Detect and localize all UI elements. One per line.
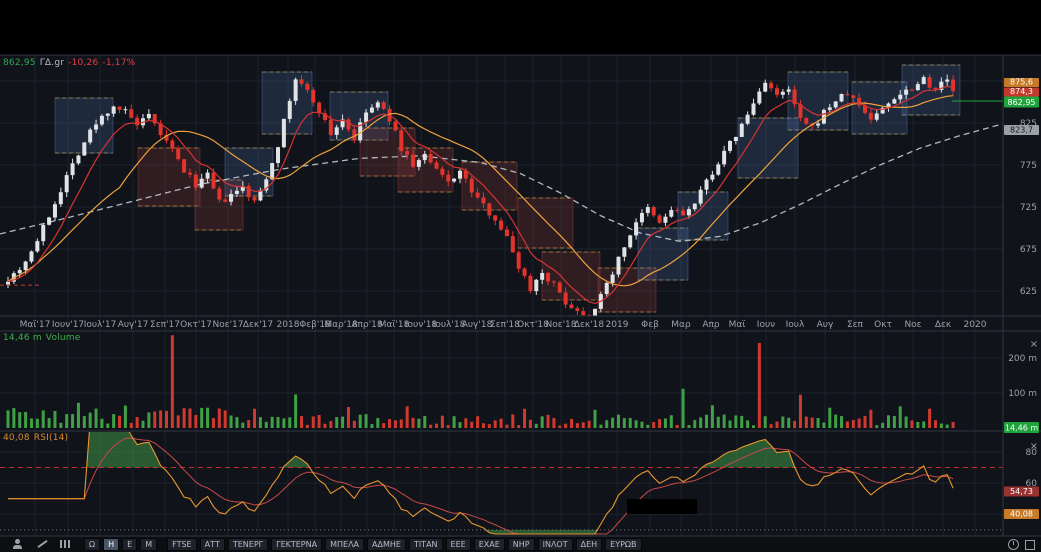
timeframe-button-Ε[interactable]: Ε bbox=[122, 538, 137, 551]
ticker-button-ΕΥΡΩΒ[interactable]: ΕΥΡΩΒ bbox=[605, 538, 641, 551]
svg-text:Ιουν'17: Ιουν'17 bbox=[52, 320, 84, 330]
svg-text:Δεκ: Δεκ bbox=[935, 320, 952, 330]
ticker-button-ΑΔΜΗΕ[interactable]: ΑΔΜΗΕ bbox=[367, 538, 406, 551]
trading-app-window: Μαϊ'17Ιουν'17Ιουλ'17Αυγ'17Σεπ'17Οκτ'17Νο… bbox=[0, 0, 1041, 552]
symbol-label[interactable]: ΓΔ.gr bbox=[40, 58, 64, 68]
person-icon[interactable] bbox=[12, 539, 24, 550]
rsi-legend-value: 40,08 bbox=[3, 433, 30, 443]
svg-text:875,6: 875,6 bbox=[1010, 78, 1033, 87]
svg-text:823,7: 823,7 bbox=[1010, 126, 1033, 135]
fullscreen-icon[interactable] bbox=[1025, 540, 1035, 550]
ticker-button-ΕΧΑΕ[interactable]: ΕΧΑΕ bbox=[474, 538, 505, 551]
svg-text:Νοε'18: Νοε'18 bbox=[545, 320, 576, 330]
svg-text:862,95: 862,95 bbox=[1008, 98, 1036, 107]
svg-text:Αυγ'17: Αυγ'17 bbox=[118, 320, 149, 330]
svg-text:Μαρ: Μαρ bbox=[671, 320, 691, 330]
svg-text:2019: 2019 bbox=[606, 320, 629, 330]
rsi-legend-label[interactable]: RSI(14) bbox=[34, 433, 69, 443]
volume-legend-label[interactable]: Volume bbox=[46, 333, 81, 343]
svg-text:Φεβ: Φεβ bbox=[641, 320, 659, 330]
timeframe-button-Μ[interactable]: Μ bbox=[140, 538, 157, 551]
svg-text:200 m: 200 m bbox=[1008, 354, 1037, 364]
ticker-button-ΕΕΕ[interactable]: ΕΕΕ bbox=[446, 538, 471, 551]
timeframe-button-Ω[interactable]: Ω bbox=[84, 538, 100, 551]
svg-text:Μαϊ: Μαϊ bbox=[729, 320, 746, 330]
rsi-pane-close-icon: × bbox=[1030, 441, 1038, 452]
ticker-button-ΤΙΤΑΝ[interactable]: ΤΙΤΑΝ bbox=[409, 538, 443, 551]
ticker-button-ΝΗΡ[interactable]: ΝΗΡ bbox=[508, 538, 535, 551]
volume-legend: 14,46 m Volume bbox=[3, 333, 80, 343]
svg-text:725: 725 bbox=[1020, 203, 1037, 213]
timeframe-button-Η[interactable]: Η bbox=[103, 538, 119, 551]
svg-text:2018: 2018 bbox=[277, 320, 300, 330]
svg-text:Ιουλ: Ιουλ bbox=[786, 320, 805, 330]
ticker-button-ΔΕΗ[interactable]: ΔΕΗ bbox=[576, 538, 603, 551]
svg-text:775: 775 bbox=[1020, 161, 1037, 171]
svg-text:Μαϊ'17: Μαϊ'17 bbox=[20, 320, 51, 330]
pencil-icon[interactable] bbox=[36, 539, 48, 550]
bottom-toolbar: ΩΗΕΜ FTSE ΑΤΤΤΕΝΕΡΓΓΕΚΤΕΡΝΑΜΠΕΛΑΑΔΜΗΕΤΙΤΑ… bbox=[0, 537, 1041, 552]
zone-box[interactable] bbox=[262, 72, 312, 134]
svg-text:Οκτ: Οκτ bbox=[874, 320, 892, 330]
svg-text:Νοε'17: Νοε'17 bbox=[212, 320, 243, 330]
rsi-legend: 40,08 RSI(14) bbox=[3, 433, 68, 443]
svg-text:100 m: 100 m bbox=[1008, 389, 1037, 399]
volume-legend-value: 14,46 m bbox=[3, 333, 42, 343]
zone-box[interactable] bbox=[852, 82, 907, 134]
ticker-button-ΓΕΚΤΕΡΝΑ[interactable]: ΓΕΚΤΕΡΝΑ bbox=[271, 538, 322, 551]
chart-canvas[interactable]: Μαϊ'17Ιουν'17Ιουλ'17Αυγ'17Σεπ'17Οκτ'17Νο… bbox=[0, 0, 1041, 552]
price-change: -10,26 bbox=[68, 58, 98, 68]
svg-text:Οκτ'17: Οκτ'17 bbox=[180, 320, 212, 330]
ticker-group: FTSEΑΤΤΤΕΝΕΡΓΓΕΚΤΕΡΝΑΜΠΕΛΑΑΔΜΗΕΤΙΤΑΝΕΕΕΕ… bbox=[167, 538, 641, 551]
svg-text:Αυγ: Αυγ bbox=[817, 320, 834, 330]
svg-text:Ιουλ'18: Ιουλ'18 bbox=[433, 320, 466, 330]
price-legend: 862,95 ΓΔ.gr -10,26 -1,17% bbox=[3, 58, 135, 68]
ticker-button-ΙΝΛΟΤ[interactable]: ΙΝΛΟΤ bbox=[538, 538, 573, 551]
svg-text:Νοε: Νοε bbox=[904, 320, 921, 330]
svg-text:Σεπ'18: Σεπ'18 bbox=[490, 320, 520, 330]
timeframe-group: ΩΗΕΜ bbox=[84, 538, 157, 551]
ticker-button-FTSE[interactable]: FTSE bbox=[167, 538, 196, 551]
svg-text:Δεκ'18: Δεκ'18 bbox=[574, 320, 605, 330]
svg-text:40,08: 40,08 bbox=[1010, 510, 1033, 519]
svg-text:Σεπ'17: Σεπ'17 bbox=[150, 320, 180, 330]
svg-text:2020: 2020 bbox=[964, 320, 987, 330]
svg-text:Σεπ: Σεπ bbox=[847, 320, 864, 330]
svg-text:54,73: 54,73 bbox=[1010, 487, 1033, 496]
svg-text:Οκτ'18: Οκτ'18 bbox=[517, 320, 549, 330]
svg-text:Ιουλ'17: Ιουλ'17 bbox=[84, 320, 117, 330]
price-legend-value: 862,95 bbox=[3, 58, 36, 68]
svg-text:874,3: 874,3 bbox=[1010, 87, 1033, 96]
svg-text:675: 675 bbox=[1020, 245, 1037, 255]
clock-icon[interactable] bbox=[1008, 539, 1019, 550]
volume-pane-close-icon: × bbox=[1030, 339, 1038, 350]
toolbar-right-icons bbox=[1008, 539, 1035, 550]
svg-text:Απρ: Απρ bbox=[702, 320, 720, 330]
svg-text:14,46 m: 14,46 m bbox=[1005, 424, 1038, 433]
price-change-pct: -1,17% bbox=[102, 58, 135, 68]
redaction-box bbox=[627, 499, 697, 514]
dashed-lines-icon[interactable] bbox=[60, 539, 72, 550]
ticker-button-ΜΠΕΛΑ[interactable]: ΜΠΕΛΑ bbox=[325, 538, 364, 551]
ticker-button-ΤΕΝΕΡΓ[interactable]: ΤΕΝΕΡΓ bbox=[228, 538, 268, 551]
zone-box[interactable] bbox=[542, 252, 600, 300]
ticker-button-ΑΤΤ[interactable]: ΑΤΤ bbox=[200, 538, 225, 551]
zone-box[interactable] bbox=[678, 192, 728, 240]
svg-text:Δεκ'17: Δεκ'17 bbox=[243, 320, 273, 330]
svg-text:Αυγ'18: Αυγ'18 bbox=[462, 320, 493, 330]
svg-text:625: 625 bbox=[1020, 287, 1037, 297]
svg-text:Ιουν: Ιουν bbox=[757, 320, 775, 330]
